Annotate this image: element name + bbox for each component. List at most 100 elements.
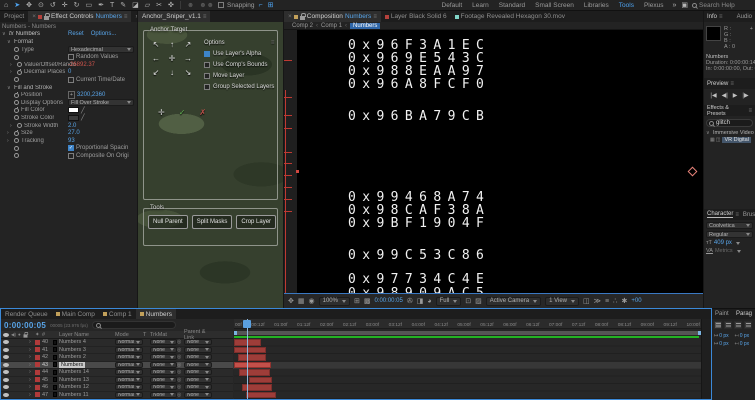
workspace-tab[interactable]: Tools (614, 2, 639, 9)
transparency-grid-icon[interactable]: ▨ (475, 297, 482, 305)
panel-menu-icon[interactable]: ≡ (748, 108, 752, 114)
collaborate-user-icon[interactable]: ☻ (186, 1, 195, 10)
anchor-move-icon[interactable]: ✛ (158, 108, 165, 117)
panel-menu-icon[interactable]: ≡ (203, 14, 207, 20)
show-snapshot-icon[interactable]: ◨ (417, 297, 424, 305)
tab-layer[interactable]: Layer Black Solid 6 (381, 11, 451, 22)
anchor-top-icon[interactable]: ↑ (170, 40, 174, 49)
workspace-switcher-icon[interactable]: ▣ (680, 1, 689, 10)
indent-field[interactable]: ↦ 0 px (714, 341, 733, 347)
layer-duration-bar[interactable] (234, 347, 266, 354)
stopwatch-icon[interactable] (14, 93, 19, 98)
trkmat-dropdown[interactable]: None (150, 339, 177, 345)
trkmat-dropdown[interactable]: None (150, 392, 177, 398)
blend-mode-dropdown[interactable]: Normal (115, 377, 143, 383)
view-eye-icon[interactable]: ◉ (309, 297, 315, 305)
pickwhip-icon[interactable]: ◎ (177, 347, 184, 353)
layer-name[interactable]: Numbers 11 (59, 392, 115, 398)
font-family-dropdown[interactable]: Coolvetica (706, 222, 753, 229)
stopwatch-icon[interactable] (17, 70, 22, 75)
visibility-eye-icon[interactable] (3, 363, 9, 367)
fast-previews-icon[interactable]: ≫ (594, 297, 601, 305)
camera-dropdown[interactable]: Active Camera (486, 297, 541, 306)
fullscreen-icon[interactable]: ⊞ (267, 1, 275, 10)
parent-dropdown[interactable]: None (184, 354, 212, 360)
layer-row[interactable]: › 40 Numbers 4 Normal None ◎ None (1, 339, 233, 347)
trkmat-dropdown[interactable]: None (150, 362, 177, 368)
pan-camera-tool-icon[interactable]: ✛ (61, 1, 69, 10)
blend-mode-dropdown[interactable]: Normal (115, 392, 143, 398)
stopwatch-icon[interactable] (17, 123, 22, 128)
collaborate-users-icon[interactable]: ☻☻ (198, 1, 215, 10)
layer-color-swatch[interactable] (35, 370, 42, 375)
anchor-bottom-right-icon[interactable]: ↘ (185, 68, 192, 77)
pickwhip-icon[interactable]: ◎ (177, 384, 184, 390)
panel-menu-icon[interactable]: ≡ (373, 14, 377, 20)
close-icon[interactable]: × (288, 13, 292, 20)
solo-icon[interactable]: ● (18, 332, 21, 337)
indent-value[interactable]: 0 px (719, 333, 728, 339)
anchor-top-right-icon[interactable]: ↗ (185, 40, 192, 49)
comp-viewport[interactable]: 0x96F3A1EC0x969E543C0x988EAA970x96A8FCF0… (284, 30, 703, 293)
help-search[interactable]: Search Help (692, 2, 752, 9)
layer-name[interactable]: Numbers 4 (59, 339, 115, 345)
breadcrumb-item[interactable]: Comp 2 (292, 23, 313, 29)
tab-info[interactable]: Info (707, 14, 717, 20)
parent-dropdown[interactable]: None (184, 339, 212, 345)
layer-color-swatch[interactable] (35, 347, 42, 352)
anchor-center-icon[interactable]: ✛ (169, 54, 176, 63)
pickwhip-icon[interactable]: ◎ (177, 392, 184, 398)
snapping-checkbox[interactable] (218, 2, 224, 8)
layer-row[interactable]: › 47 Numbers 11 Normal None ◎ None (1, 392, 233, 400)
justify-button[interactable] (744, 321, 752, 329)
group-fill-stroke[interactable]: Fill and Stroke (14, 85, 52, 91)
trkmat-dropdown[interactable]: None (150, 347, 177, 353)
layer-color-swatch[interactable] (35, 385, 42, 390)
pickwhip-icon[interactable]: ◎ (177, 354, 184, 360)
parent-dropdown[interactable]: None (184, 392, 212, 398)
layer-name-column[interactable]: Layer Name (59, 332, 115, 338)
layer-row[interactable]: › 41 Numbers 3 Normal None ◎ None (1, 347, 233, 355)
mask-shape-tool-icon[interactable]: ▭ (84, 1, 93, 10)
parent-dropdown[interactable]: None (184, 377, 212, 383)
puppet-pin-tool-icon[interactable]: ✜ (167, 1, 175, 10)
parent-dropdown[interactable]: None (184, 384, 212, 390)
layer-row[interactable]: › 44 Numbers 14 Normal None ◎ None (1, 369, 233, 377)
brush-tool-icon[interactable]: ✎ (119, 1, 127, 10)
workspace-tab[interactable]: Libraries (579, 2, 614, 9)
exposure-icon[interactable]: ✱ (622, 297, 628, 305)
tab-audio[interactable]: Audio (737, 14, 752, 20)
layer-duration-bar[interactable] (239, 369, 270, 376)
work-area-bar[interactable] (234, 331, 701, 335)
decimal-places-value[interactable]: 0 (68, 69, 71, 75)
pickwhip-icon[interactable]: ◎ (177, 369, 184, 375)
stopwatch-icon[interactable] (14, 153, 19, 158)
stopwatch-icon[interactable] (14, 77, 19, 82)
stopwatch-icon[interactable] (17, 62, 22, 67)
tab-project[interactable]: Project (0, 11, 28, 22)
effects-item-vr-digital[interactable]: VR Digital (722, 137, 750, 143)
workspace-tab[interactable]: Plexus (639, 2, 669, 9)
parent-dropdown[interactable]: None (184, 347, 212, 353)
kerning-value[interactable]: Metrics (715, 248, 733, 254)
roto-brush-tool-icon[interactable]: ✂ (155, 1, 163, 10)
show-channels-icon[interactable]: ◕ (427, 298, 431, 305)
layer-color-swatch[interactable] (35, 362, 42, 367)
anchor-tool-button[interactable]: Null Parent (148, 215, 188, 229)
type-dropdown[interactable]: Hexadecimal (68, 46, 134, 53)
anchor-top-left-icon[interactable]: ↖ (153, 40, 160, 49)
comp-timecode[interactable]: 0:00:00:05 (374, 298, 402, 304)
anchor-bottom-icon[interactable]: ↓ (170, 68, 174, 77)
position-value[interactable]: 3200,2360 (77, 92, 105, 98)
flowchart-icon[interactable]: ∴ (613, 297, 617, 305)
stopwatch-icon[interactable] (14, 108, 19, 113)
blend-mode-dropdown[interactable]: Normal (115, 339, 143, 345)
visibility-eye-icon[interactable] (3, 370, 9, 374)
timeline-tab[interactable]: Main Comp (52, 309, 99, 319)
visibility-eye-icon[interactable] (3, 378, 9, 382)
layer-row[interactable]: › 46 Numbers 12 Normal None ◎ None (1, 384, 233, 392)
visibility-eye-icon[interactable] (3, 333, 9, 337)
blend-mode-dropdown[interactable]: Normal (115, 362, 143, 368)
workspace-tab[interactable]: Small Screen (530, 2, 579, 9)
hand-tool-icon[interactable]: ✥ (25, 1, 33, 10)
